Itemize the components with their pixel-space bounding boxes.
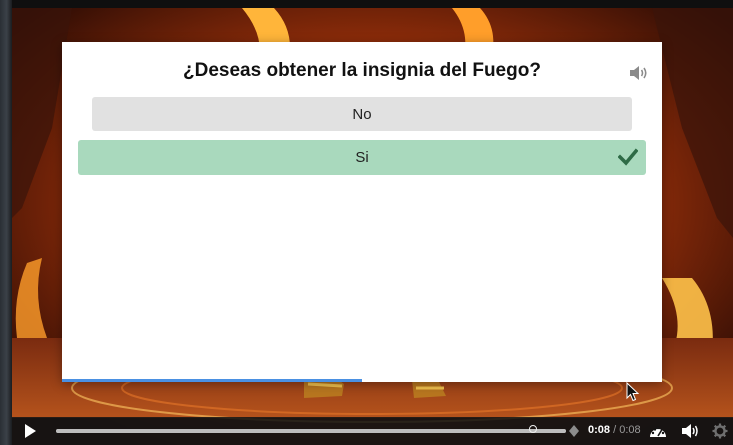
time-separator: /: [613, 424, 617, 436]
video-player[interactable]: ¿Deseas obtener la insignia del Fuego? N…: [12, 8, 733, 445]
answer-label: Si: [355, 149, 369, 166]
time-display: 0:08 / 0:08: [588, 424, 641, 436]
settings-icon[interactable]: [712, 423, 728, 439]
window-edge: [0, 0, 12, 445]
speaker-icon[interactable]: [628, 64, 650, 82]
current-time: 0:08: [588, 424, 611, 436]
quiz-card: ¿Deseas obtener la insignia del Fuego? N…: [62, 42, 662, 382]
seek-bar[interactable]: [56, 425, 566, 433]
quiz-progress-bar: [62, 379, 362, 382]
player-control-bar: 0:08 / 0:08: [12, 417, 733, 445]
answer-option-si[interactable]: Si: [78, 140, 646, 175]
question-title: ¿Deseas obtener la insignia del Fuego?: [183, 60, 541, 81]
duration: 0:08: [619, 424, 641, 436]
volume-icon[interactable]: [681, 423, 699, 439]
seek-thumb[interactable]: [529, 425, 537, 433]
play-icon[interactable]: [22, 423, 38, 439]
speed-icon[interactable]: [649, 423, 667, 439]
answer-label: No: [352, 105, 372, 123]
check-icon: [618, 148, 638, 166]
marker-icon: [569, 425, 579, 437]
answer-option-no[interactable]: No: [92, 97, 632, 131]
seek-bar-played: [56, 429, 566, 433]
